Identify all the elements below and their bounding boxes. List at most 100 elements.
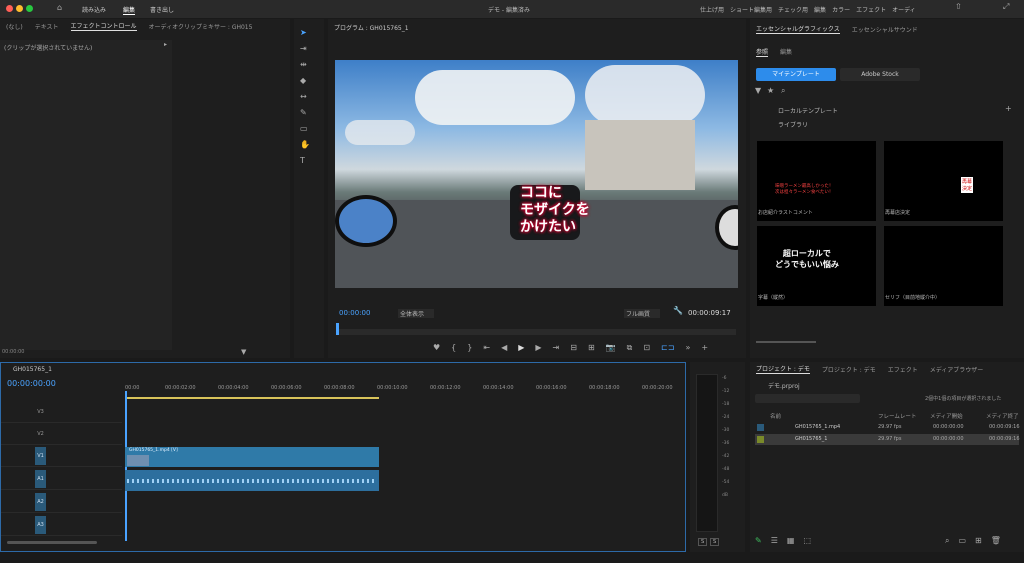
minimize-dot[interactable] <box>16 5 23 12</box>
export-frame-icon[interactable]: 📷 <box>606 344 616 352</box>
scrubber-head[interactable] <box>336 323 339 335</box>
freeform-view-icon[interactable]: ⬚ <box>803 537 811 545</box>
step-forward-icon[interactable]: ▶ <box>535 344 541 352</box>
lift-icon[interactable]: ⊟ <box>570 344 577 352</box>
tab-import[interactable]: 読み込み <box>82 5 106 14</box>
add-button-icon[interactable]: + <box>701 344 708 352</box>
filter-icon[interactable]: ▼ <box>241 349 246 356</box>
track-label[interactable]: A1 <box>35 470 46 488</box>
folder-local-templates[interactable]: ローカルテンプレート <box>778 106 838 115</box>
new-item-icon[interactable]: ⊞ <box>975 537 982 545</box>
workspace-tab[interactable]: ショート編集用 <box>730 5 772 14</box>
go-to-in-icon[interactable]: ⇤ <box>483 344 490 352</box>
hand-icon[interactable]: ✋ <box>300 141 310 149</box>
search-icon[interactable]: ⌕ <box>945 537 949 545</box>
share-icon[interactable]: ⇧ <box>955 3 962 11</box>
tab-effects[interactable]: エフェクト <box>888 365 918 374</box>
vr-icon[interactable]: ⊏⊐ <box>661 344 674 352</box>
template-label: お店紹介ラストコメント <box>758 210 813 216</box>
maximize-dot[interactable] <box>26 5 33 12</box>
search-icon[interactable]: ⌕ <box>781 87 785 95</box>
tab-essential-sound[interactable]: エッセンシャルサウンド <box>852 25 918 34</box>
selection-tool-icon[interactable]: ➤ <box>300 29 307 37</box>
new-bin-icon[interactable]: ▭ <box>958 537 966 545</box>
tab-audio-mixer[interactable]: オーディオクリップミキサー : GH015 <box>149 22 253 31</box>
type-tool-icon[interactable]: T <box>300 157 305 165</box>
table-row[interactable]: GH015765_1 29.97 fps 00:00:00:00 00:00:0… <box>755 434 1020 445</box>
adobe-stock-button[interactable]: Adobe Stock <box>840 68 920 81</box>
tab-edit[interactable]: 編集 <box>123 5 136 15</box>
fullscreen-icon[interactable]: ⤢ <box>1003 3 1009 11</box>
workspace-tab[interactable]: エフェクト <box>856 5 886 14</box>
col-end[interactable]: メディア終了 <box>986 412 1019 420</box>
tab-none[interactable]: (なし) <box>6 22 23 31</box>
wrench-icon[interactable]: 🔧 <box>673 307 683 315</box>
tab-text[interactable]: テキスト <box>35 22 59 31</box>
tab-media-browser[interactable]: メディアブラウザー <box>930 365 984 374</box>
mark-in-icon[interactable]: { <box>451 344 456 352</box>
trash-icon[interactable]: 🗑 <box>991 537 1001 545</box>
track-select-icon[interactable]: ⇥ <box>300 45 307 53</box>
workspace-tab[interactable]: オーディ <box>892 5 916 14</box>
go-to-out-icon[interactable]: ⇥ <box>553 344 560 352</box>
filter-icon[interactable]: ▼ <box>755 87 761 95</box>
workspace-tab[interactable]: 仕上げ用 <box>700 5 724 14</box>
subtab-edit[interactable]: 編集 <box>780 47 792 56</box>
col-fps[interactable]: フレームレート <box>878 412 916 420</box>
folder-library[interactable]: ライブラリ <box>778 120 808 129</box>
track-label[interactable]: V2 <box>35 425 46 443</box>
marker-icon[interactable]: ♥ <box>433 344 440 352</box>
workspace-tab[interactable]: チェック用 <box>778 5 808 14</box>
track-label[interactable]: V1 <box>35 447 46 465</box>
star-icon[interactable]: ★ <box>767 87 774 95</box>
quality-select[interactable]: フル画質 <box>624 309 661 318</box>
tab-effect-controls[interactable]: エフェクトコントロール <box>70 21 137 31</box>
solo-button[interactable]: S <box>698 538 708 546</box>
table-row[interactable]: GH015765_1.mp4 29.97 fps 00:00:00:00 00:… <box>755 422 1020 433</box>
track-label[interactable]: A2 <box>35 493 46 511</box>
extract-icon[interactable]: ⊞ <box>588 344 595 352</box>
ripple-edit-icon[interactable]: ⇹ <box>300 61 307 69</box>
zoom-slider[interactable] <box>756 341 816 343</box>
step-back-icon[interactable]: ◀ <box>501 344 507 352</box>
workspace-tab[interactable]: カラー <box>832 5 850 14</box>
tab-export[interactable]: 書き出し <box>150 5 174 14</box>
tab-essential-graphics[interactable]: エッセンシャルグラフィックス <box>756 24 840 34</box>
col-name[interactable]: 名前 <box>770 412 781 420</box>
workspace-tab[interactable]: 編集 <box>814 5 826 14</box>
expand-icon[interactable]: ▸ <box>164 42 167 48</box>
rectangle-icon[interactable]: ▭ <box>300 125 308 133</box>
pen-icon[interactable]: ✎ <box>300 109 307 117</box>
icon-view-icon[interactable]: ▦ <box>787 537 795 545</box>
list-view-icon[interactable]: ☰ <box>771 537 778 545</box>
col-start[interactable]: メディア開始 <box>930 412 963 420</box>
track-label[interactable]: A3 <box>35 516 46 534</box>
project-search-input[interactable] <box>755 394 860 403</box>
home-icon[interactable]: ⌂ <box>57 4 62 12</box>
insert-icon[interactable]: ⊡ <box>643 344 650 352</box>
fit-select[interactable]: 全体表示 <box>398 309 435 318</box>
compare-icon[interactable]: ⧉ <box>627 344 633 352</box>
meter-tick: -54 <box>722 480 730 485</box>
program-timecode: 00:00:00 <box>339 309 371 317</box>
slip-icon[interactable]: ↔ <box>300 93 307 101</box>
template-label: 字幕（縦然） <box>758 295 789 301</box>
audio-clip[interactable] <box>125 470 379 491</box>
timeline-scrollbar[interactable] <box>7 541 97 544</box>
play-icon[interactable]: ▶ <box>518 344 524 352</box>
program-scrubber[interactable] <box>336 329 736 335</box>
more-icon[interactable]: » <box>685 344 690 352</box>
tab-project-2[interactable]: プロジェクト : デモ <box>822 365 876 374</box>
track-label[interactable]: V3 <box>35 403 46 421</box>
solo-button[interactable]: S <box>710 538 720 546</box>
razor-icon[interactable]: ◆ <box>300 77 306 85</box>
time-ruler[interactable]: 00:00 00:00:02:00 00:00:04:00 00:00:06:0… <box>125 385 681 395</box>
my-templates-button[interactable]: マイテンプレート <box>756 68 836 81</box>
pencil-icon[interactable]: ✎ <box>755 537 762 545</box>
tab-project[interactable]: プロジェクト : デモ <box>756 364 810 374</box>
close-dot[interactable] <box>6 5 13 12</box>
subtab-browse[interactable]: 参照 <box>756 47 769 57</box>
add-icon[interactable]: + <box>1005 105 1012 113</box>
video-clip[interactable]: GH015765_1.mp4 [V] <box>125 447 379 467</box>
mark-out-icon[interactable]: } <box>467 344 472 352</box>
